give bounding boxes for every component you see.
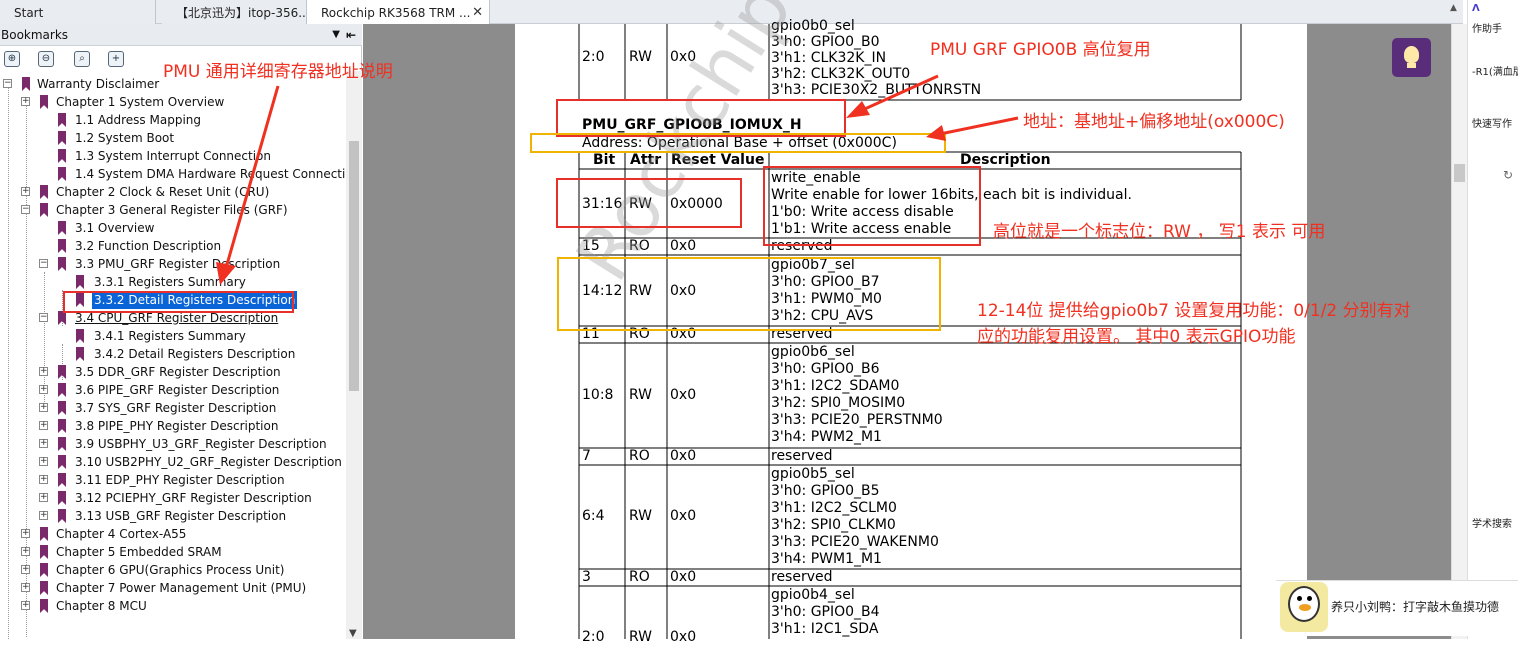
desc-line: 3'h3: PCIE30X2_BUTTONRSTN <box>771 82 982 98</box>
assistant-logo-icon: Λ <box>1472 3 1480 14</box>
desc-line: 3'h4: PWM2_M1 <box>771 429 882 445</box>
annotation-address: 地址：基地址+偏移地址(ox000C) <box>1023 112 1285 132</box>
bookmark-highlight <box>63 291 294 313</box>
address-highlight <box>530 133 946 153</box>
annotation-pmu-detail: PMU 通用详细寄存器地址说明 <box>163 62 393 82</box>
reset-cell: 0x0 <box>670 448 697 464</box>
desc-line: 3'h3: PCIE20_PERSTNM0 <box>771 412 943 428</box>
bottom-bar-text: 养只小刘鸭：打字敲木鱼摸功德 <box>1331 600 1500 614</box>
pin-icon[interactable]: ⇤ <box>346 24 356 46</box>
close-icon[interactable]: ✕ <box>472 0 483 24</box>
bookmarks-title: Bookmarks <box>1 28 69 42</box>
attr-cell: RW <box>629 629 653 645</box>
desc-line: 3'h1: I2C2_SCLM0 <box>771 500 897 516</box>
scroll-up-icon[interactable]: ▲ <box>1450 3 1457 13</box>
bookmark-tree: − Warranty Disclaimer + Chapter 1 System O… <box>0 74 346 639</box>
desc-line: 3'h1: CLK32K_IN <box>771 50 887 66</box>
desc-line: 3'h2: SPI0_MOSIM0 <box>771 395 906 411</box>
desc-line: gpio0b5_sel <box>771 466 855 482</box>
bookmarks-panel: Bookmarks ▼ ⇤ ⊕ ⊖ ⌕ + − Warranty Disclaim… <box>0 24 362 639</box>
reg-name-highlight <box>556 99 846 137</box>
tab-itop[interactable]: 【北京迅为】itop-356... <box>162 0 307 24</box>
desc-line: 3'h4: PWM1_M1 <box>771 551 882 567</box>
reset-cell: 0x0 <box>670 569 697 585</box>
find-bookmark-icon[interactable]: ⌕ <box>74 51 90 67</box>
bookmarks-scrollbar[interactable]: ▼ <box>346 71 362 639</box>
bit-cell: 6:4 <box>582 508 605 524</box>
tab-label: Start <box>14 6 44 20</box>
scroll-down-icon[interactable]: ▼ <box>349 628 357 639</box>
attr-cell: RW <box>629 49 653 65</box>
gpio0b7-highlight <box>557 257 941 331</box>
add-bookmark-icon[interactable]: + <box>108 51 124 67</box>
desc-line: gpio0b6_sel <box>771 344 855 360</box>
desc-line: reserved <box>771 569 833 585</box>
tab-label: Rockchip RK3568 TRM ... <box>321 6 471 20</box>
assistant-panel: Λ 作助手 -R1(满血版 快速写作 学术搜索 <box>1467 0 1518 639</box>
bit-cell: 2:0 <box>582 629 605 645</box>
desc-line: 3'h0: GPIO0_B6 <box>771 361 880 377</box>
expand-bookmark-icon[interactable]: ⊕ <box>4 51 20 67</box>
reset-cell: 0x0 <box>670 238 697 254</box>
desc-line: 3'h1: I2C2_SDAM0 <box>771 378 900 394</box>
annotation-high-flag: 高位就是一个标志位：RW ， 写1 表示 可用 <box>993 222 1326 242</box>
assistant-item[interactable]: 快速写作 <box>1472 115 1512 130</box>
annotation-high-mux: PMU GRF GPIO0B 高位复用 <box>930 40 1151 60</box>
annotation-bits-line2: 应的功能复用设置。 其中0 表示GPIO功能 <box>977 327 1296 347</box>
assistant-item[interactable]: -R1(满血版 <box>1472 63 1518 78</box>
bit-cell: 3 <box>582 569 591 585</box>
desc-line: 3'h0: GPIO0_B4 <box>771 604 880 620</box>
desc-line: 3'h2: SPI0_CLKM0 <box>771 517 896 533</box>
pdf-viewer: gpio0b0_sel 3'h0: GPIO0_B0 3'h1: CLK32K_… <box>363 18 1463 645</box>
reset-cell: 0x0 <box>670 508 697 524</box>
desc-line: 3'h2: CLK32K_OUT0 <box>771 66 911 82</box>
desc-line: 3'h1: I2C1_SDA <box>771 621 879 637</box>
bit-cell: 2:0 <box>582 49 605 65</box>
annotation-bits-line1: 12-14位 提供给gpio0b7 设置复用功能：0/1/2 分别有对 <box>977 301 1411 321</box>
desc-line: gpio0b4_sel <box>771 587 855 603</box>
tab-label: 【北京迅为】itop-356... <box>176 6 307 20</box>
lightbulb-icon[interactable] <box>1392 38 1431 77</box>
desc-line: 3'h0: GPIO0_B5 <box>771 483 880 499</box>
dropdown-icon[interactable]: ▼ <box>332 24 340 46</box>
attr-cell: RW <box>629 508 653 524</box>
bookmarks-header: Bookmarks ▼ ⇤ <box>0 24 362 46</box>
scrollbar-thumb[interactable] <box>349 141 359 391</box>
scrollbar-thumb[interactable] <box>1454 164 1465 182</box>
reset-cell: 0x0 <box>670 387 697 403</box>
attr-cell: RO <box>629 448 650 464</box>
reset-cell: 0x0 <box>670 629 697 645</box>
duck-avatar-icon[interactable] <box>1280 582 1328 632</box>
write-enable-highlight <box>763 166 981 246</box>
attr-cell: RW <box>629 387 653 403</box>
refresh-icon[interactable]: ↻ <box>1503 168 1513 182</box>
tab-rk3568-trm[interactable]: Rockchip RK3568 TRM ... ✕ <box>307 0 490 24</box>
desc-line: reserved <box>771 448 833 464</box>
bit-cell: 7 <box>582 448 591 464</box>
high-bits-highlight <box>556 178 742 228</box>
bit-cell: 10:8 <box>582 387 614 403</box>
assistant-item[interactable]: 学术搜索 <box>1472 515 1512 530</box>
tab-start[interactable]: Start <box>0 0 156 24</box>
assistant-item[interactable]: 作助手 <box>1472 20 1502 35</box>
desc-line: 3'h3: PCIE20_WAKENM0 <box>771 534 939 550</box>
attr-cell: RO <box>629 569 650 585</box>
viewer-scrollbar[interactable] <box>1451 24 1467 639</box>
collapse-bookmark-icon[interactable]: ⊖ <box>38 51 54 67</box>
